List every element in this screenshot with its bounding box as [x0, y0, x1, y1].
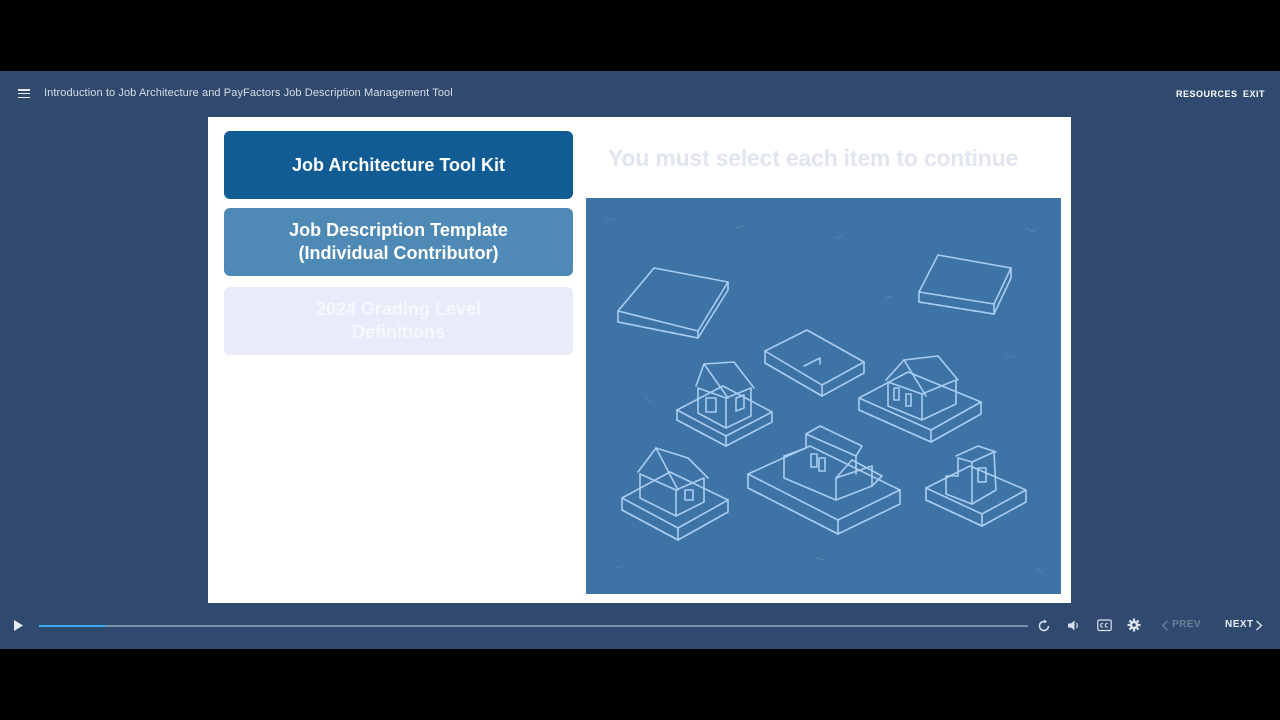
closed-captions-icon[interactable] [1097, 619, 1112, 632]
gear-icon[interactable] [1127, 618, 1141, 632]
progress-bar[interactable] [39, 625, 1028, 627]
house-illustration [621, 447, 729, 541]
next-button[interactable]: NEXT [1225, 619, 1254, 630]
playback-controls: PREV NEXT [0, 603, 1280, 649]
volume-icon[interactable] [1067, 619, 1081, 632]
slide-content: Job Architecture Tool Kit Job Descriptio… [208, 117, 1071, 603]
house-illustration [858, 355, 982, 443]
chevron-right-icon [1256, 620, 1263, 631]
slab-illustration [617, 267, 729, 339]
progress-fill [39, 625, 107, 627]
resources-link[interactable]: RESOURCES [1176, 89, 1238, 99]
replay-icon[interactable] [1038, 619, 1051, 632]
prev-button[interactable]: PREV [1172, 619, 1201, 630]
hamburger-menu-icon[interactable] [18, 89, 30, 99]
tab-grading-level-definitions[interactable]: 2024 Grading Level Definitions [224, 287, 573, 355]
blueprint-houses-illustration [586, 198, 1061, 594]
tab-job-architecture-tool-kit[interactable]: Job Architecture Tool Kit [224, 131, 573, 199]
play-icon[interactable] [13, 619, 24, 632]
top-bar: Introduction to Job Architecture and Pay… [0, 71, 1280, 117]
tab-job-description-template[interactable]: Job Description Template (Individual Con… [224, 208, 573, 276]
course-title: Introduction to Job Architecture and Pay… [44, 87, 453, 99]
slab-illustration [918, 254, 1012, 315]
house-illustration [747, 425, 901, 535]
house-illustration [676, 361, 773, 447]
house-illustration [925, 445, 1027, 527]
instruction-text: You must select each item to continue [608, 145, 1019, 171]
chevron-left-icon [1161, 620, 1168, 631]
course-player: Introduction to Job Architecture and Pay… [0, 71, 1280, 649]
slab-illustration [764, 329, 865, 397]
exit-link[interactable]: EXIT [1243, 89, 1265, 99]
